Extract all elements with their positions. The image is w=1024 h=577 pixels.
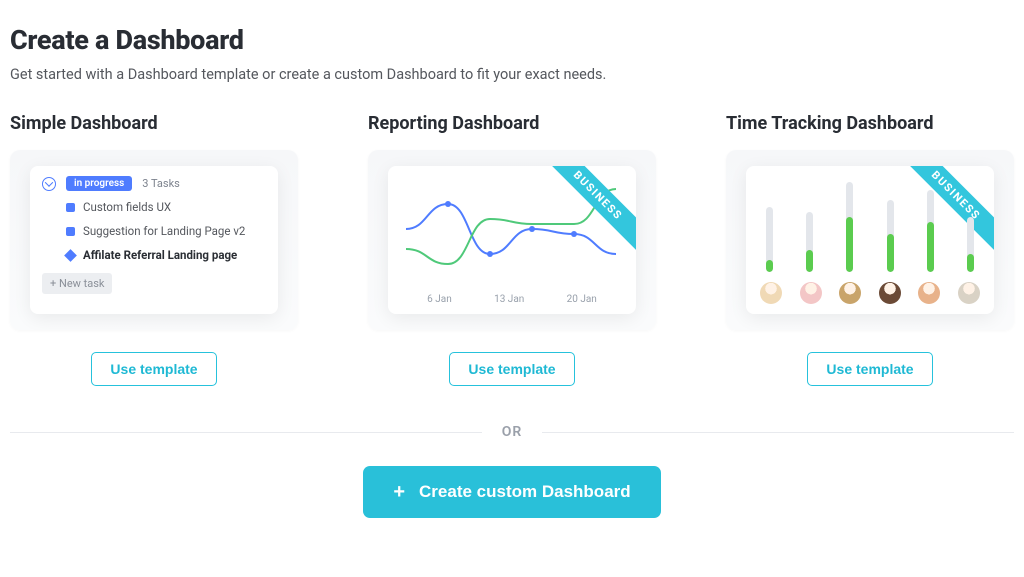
card-reporting-dashboard: Reporting Dashboard BUSINESS 6 Jan 13 Ja… [368,113,656,386]
avatar [879,282,901,304]
task-row: Suggestion for Landing Page v2 [30,219,278,243]
bar-column [926,182,936,272]
preview-simple: in progress 3 Tasks Custom fields UX Sug… [10,150,298,330]
bar-column [764,182,774,272]
task-status-icon [66,203,75,212]
template-cards: Simple Dashboard in progress 3 Tasks Cus… [10,113,1014,386]
bar-column [845,182,855,272]
bar-column [804,182,814,272]
bar-fill [766,260,773,272]
bar-fill [806,250,813,272]
create-button-label: Create custom Dashboard [419,482,631,502]
card-title: Simple Dashboard [10,113,158,134]
card-title: Time Tracking Dashboard [726,113,933,134]
status-badge: in progress [66,176,132,191]
card-time-tracking-dashboard: Time Tracking Dashboard BUSINESS Use tem… [726,113,1014,386]
page-title: Create a Dashboard [10,24,1014,56]
use-template-button[interactable]: Use template [807,352,932,386]
task-label: Suggestion for Landing Page v2 [83,224,245,238]
avatar-row [760,282,980,304]
bar-track [766,207,773,272]
bar-fill [846,217,853,272]
avatar [958,282,980,304]
or-label: OR [502,424,523,440]
bar-track [806,212,813,272]
chart-point [571,231,577,237]
preview-reporting: BUSINESS 6 Jan 13 Jan 20 Jan [368,150,656,330]
task-row: Affilate Referral Landing page [30,243,278,267]
chart-point [529,226,535,232]
x-tick: 20 Jan [567,294,597,305]
task-status-icon [64,249,77,262]
bar-track [927,190,934,272]
avatar [918,282,940,304]
task-label: Affilate Referral Landing page [83,248,237,262]
preview-time-tracking: BUSINESS [726,150,1014,330]
divider: OR [10,424,1014,440]
task-count: 3 Tasks [142,177,180,190]
avatar [760,282,782,304]
chart-line [406,189,616,264]
bar-track [887,200,894,272]
task-row: Custom fields UX [30,195,278,219]
create-custom-dashboard-button[interactable]: + Create custom Dashboard [363,466,660,518]
page-subtitle: Get started with a Dashboard template or… [10,66,1014,83]
new-task-button: + New task [42,273,112,294]
hr-line [10,432,482,433]
card-title: Reporting Dashboard [368,113,539,134]
collapse-icon [42,177,56,191]
card-simple-dashboard: Simple Dashboard in progress 3 Tasks Cus… [10,113,298,386]
bar-fill [967,254,974,272]
bar-column [885,182,895,272]
bar-fill [887,234,894,272]
avatar [800,282,822,304]
use-template-button[interactable]: Use template [449,352,574,386]
x-tick: 6 Jan [427,294,452,305]
use-template-button[interactable]: Use template [91,352,216,386]
x-tick: 13 Jan [494,294,524,305]
bar-track [846,182,853,272]
bar-fill [927,222,934,272]
avatar [839,282,861,304]
chart-point [445,201,451,207]
bar-track [967,217,974,272]
task-label: Custom fields UX [83,200,171,214]
hr-line [542,432,1014,433]
chart-line [406,204,616,254]
chart-point [487,251,493,257]
task-status-icon [66,227,75,236]
